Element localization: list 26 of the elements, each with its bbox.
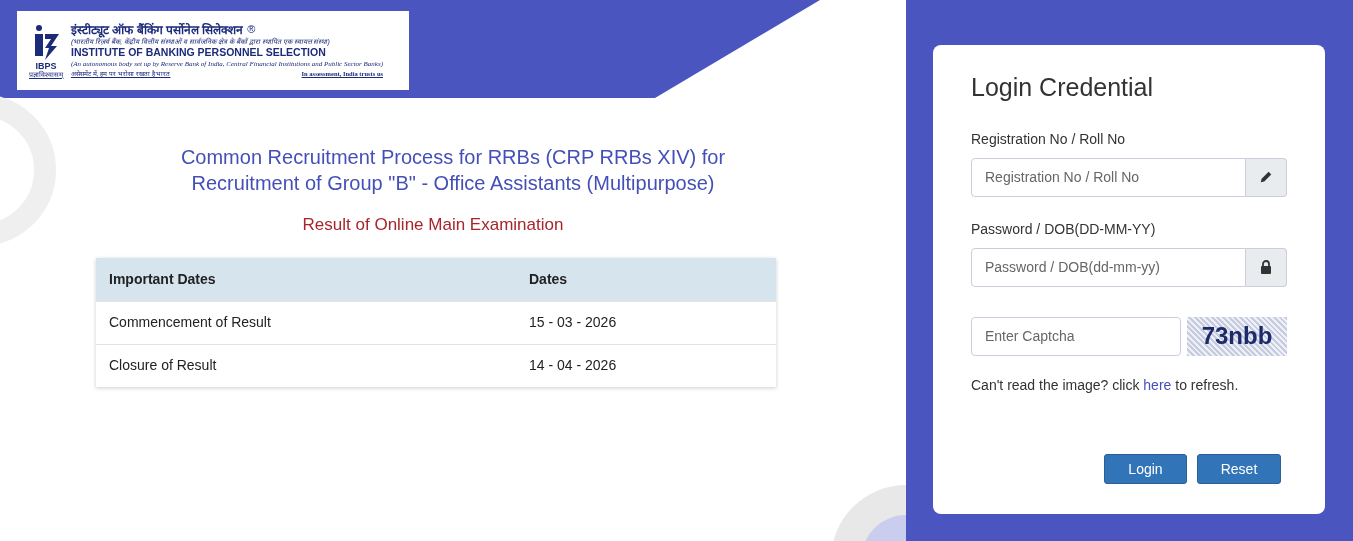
- input-field[interactable]: Password / DOB(dd-mm-yy): [971, 247, 1246, 287]
- pencil-icon: [1259, 170, 1273, 184]
- login-button[interactable]: Login: [1104, 454, 1187, 484]
- captcha-image: 73nbb: [1187, 316, 1287, 356]
- captcha-field[interactable]: Enter Captcha: [971, 316, 1181, 356]
- column-header: Important Dates: [109, 269, 217, 289]
- page-heading: Common Recruitment Process for RRBs (CRP RRBs XIV) for Recruitment of Group "B" - Office Assistants (Multipurpose): [179, 145, 727, 196]
- table-cell-text: 15 - 03 - 2026: [529, 313, 617, 332]
- field-label: Registration No / Roll No: [971, 129, 1127, 149]
- table-cell-text: Commencement of Result: [109, 313, 272, 332]
- refresh-link[interactable]: here: [1143, 376, 1172, 393]
- reset-button[interactable]: Reset: [1197, 454, 1281, 484]
- column-header: Dates: [529, 269, 568, 289]
- logo-title: INSTITUTE OF BANKING PERSONNEL SELECTION: [71, 46, 327, 60]
- table-cell-text: Closure of Result: [109, 356, 218, 375]
- login-title: Login Credential: [971, 72, 1155, 103]
- page-subheading: Result of Online Main Examination: [301, 214, 565, 236]
- logo-mark: IBPS: [35, 61, 57, 71]
- logo-hindi-title: इंस्टीट्यूट ऑफ बैंकिंग पर्सोनेल सिलेक्शन: [71, 22, 244, 38]
- table-cell-text: 14 - 04 - 2026: [529, 356, 617, 375]
- field-label: Password / DOB(DD-MM-YY): [971, 219, 1157, 239]
- hint-text: Can't read the image? click: [971, 376, 1141, 393]
- input-field[interactable]: Registration No / Roll No: [971, 157, 1246, 197]
- registered-mark: ®: [247, 22, 256, 37]
- lock-icon: [1260, 260, 1272, 274]
- hint-text: to refresh.: [1174, 376, 1239, 393]
